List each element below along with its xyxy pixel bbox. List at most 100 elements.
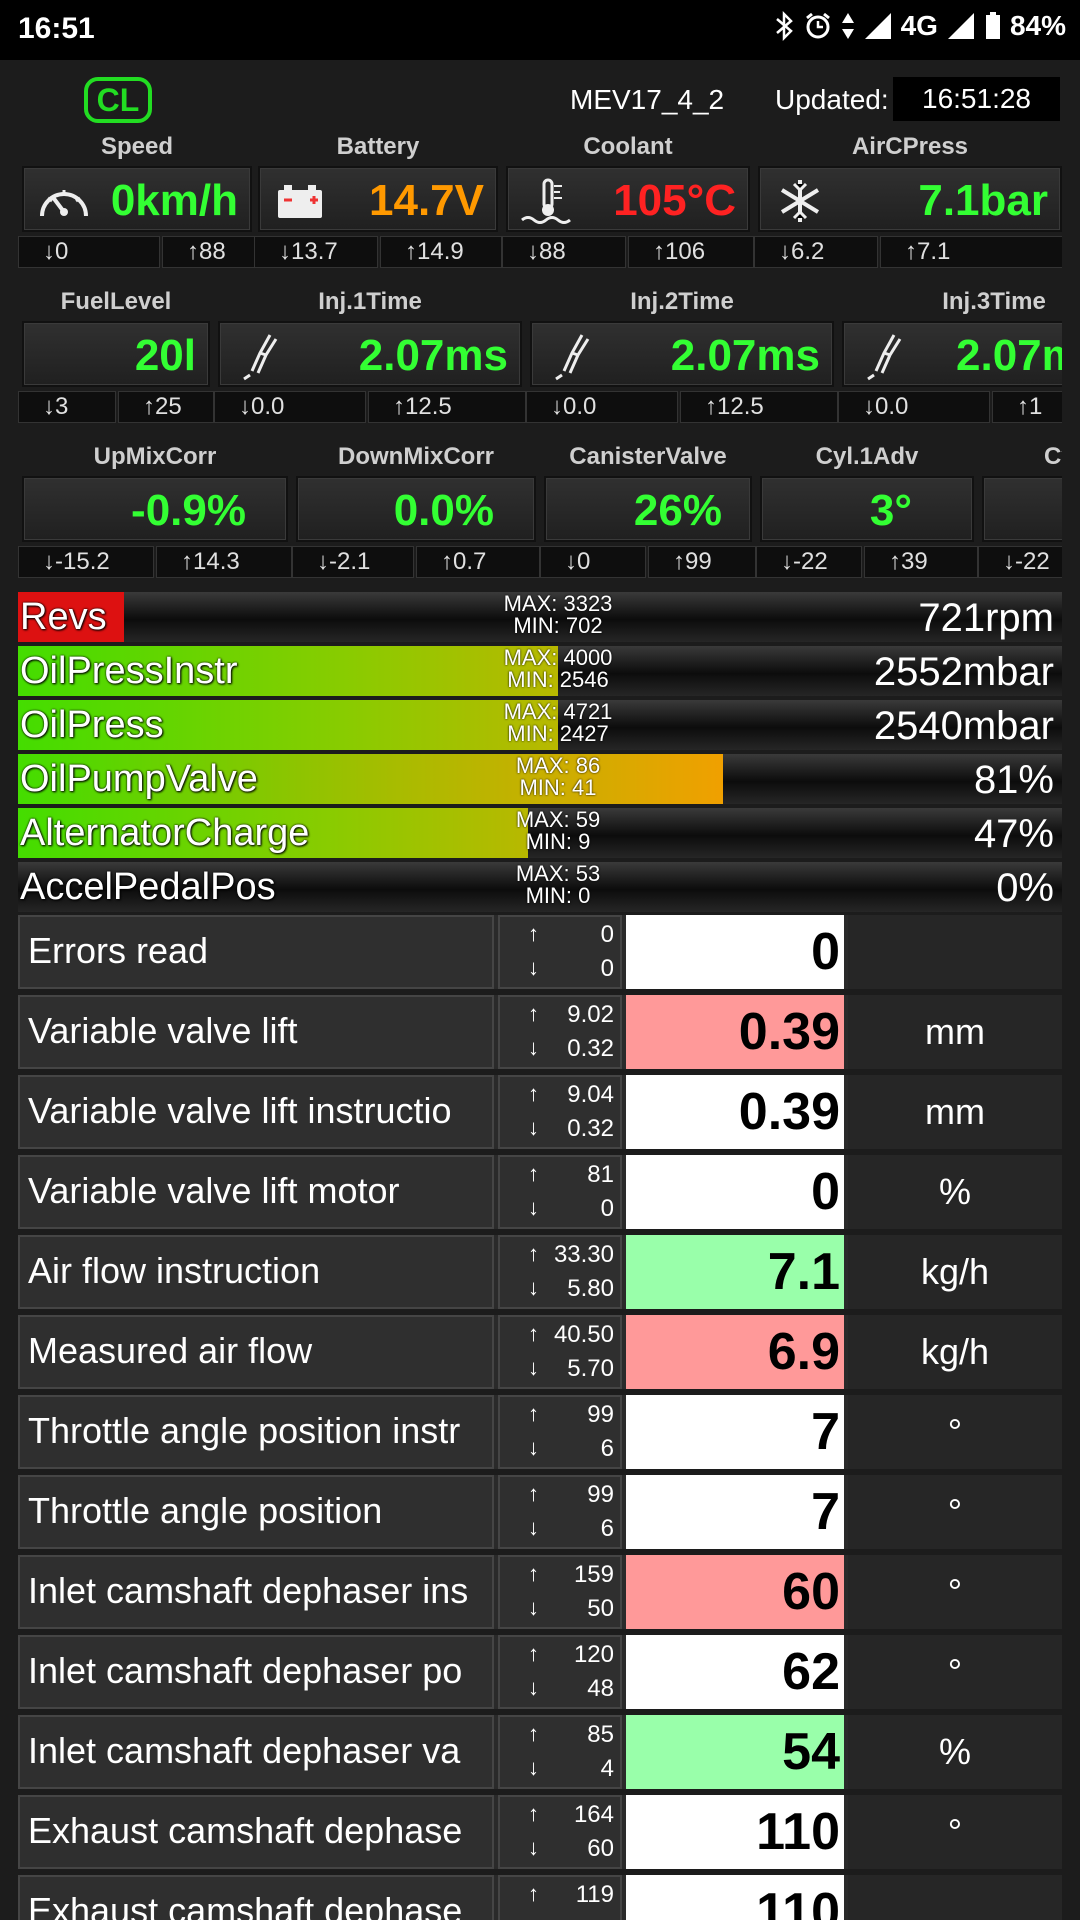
param-name: Variable valve lift motor bbox=[18, 1155, 494, 1229]
param-value: 7 bbox=[626, 1395, 844, 1469]
table-row[interactable]: Exhaust camshaft dephase ↑ 164 ↓ 60 110 ° bbox=[18, 1795, 1062, 1869]
param-minmax: ↑ 159 ↓ 50 bbox=[498, 1555, 622, 1629]
status-bar: 16:51 4G 84% bbox=[0, 0, 1080, 60]
bar-minmax: MAX: 86 MIN: 41 bbox=[515, 754, 601, 800]
gauge-max: ↑39 bbox=[864, 546, 978, 578]
gauge-value: 0.0% bbox=[393, 486, 494, 535]
param-name: Throttle angle position bbox=[18, 1475, 494, 1549]
table-row[interactable]: Variable valve lift ↑ 9.02 ↓ 0.32 0.39 mm bbox=[18, 995, 1062, 1069]
param-unit: ° bbox=[848, 1395, 1062, 1469]
param-unit: % bbox=[848, 1155, 1062, 1229]
table-row[interactable]: Exhaust camshaft dephase ↑119↓ 110 bbox=[18, 1875, 1062, 1920]
alarm-icon bbox=[805, 12, 830, 39]
injector-icon bbox=[243, 334, 278, 381]
gauge-min: ↓0.0 bbox=[214, 391, 366, 423]
bar-value: 81% bbox=[973, 758, 1054, 802]
bar-accelpedalpos[interactable]: AccelPedalPos MAX: 53 MIN: 0 0% bbox=[18, 862, 1062, 912]
gauge-max: ↑12.5 bbox=[680, 391, 838, 423]
gauge-minmax: ↓-22 ↑39 bbox=[756, 546, 978, 578]
gauge-minmax: ↓6.2 ↑7.1 bbox=[754, 236, 1062, 268]
bar-label: Revs bbox=[20, 596, 107, 638]
bar-value: 2552mbar bbox=[873, 650, 1054, 694]
param-value: 6.9 bbox=[626, 1315, 844, 1389]
param-minmax: ↑ 9.02 ↓ 0.32 bbox=[498, 995, 622, 1069]
gauge-minmax: ↓0 ↑99 bbox=[540, 546, 756, 578]
bar-minmax: MAX: 4721 MIN: 2427 bbox=[503, 700, 613, 746]
gauge-upmixcorr[interactable]: UpMixCorr -0.9% ↓-15.2 ↑14.3 bbox=[18, 440, 292, 590]
param-value: 0 bbox=[626, 1155, 844, 1229]
closed-loop-badge[interactable]: CL bbox=[84, 77, 152, 123]
gauge-minmax: ↓88 ↑106 bbox=[502, 236, 754, 268]
table-row[interactable]: Inlet camshaft dephaser po ↑ 120 ↓ 48 62 ° bbox=[18, 1635, 1062, 1709]
bar-oilpumpvalve[interactable]: OilPumpValve MAX: 86 MIN: 41 81% bbox=[18, 754, 1062, 804]
gauge-downmixcorr[interactable]: DownMixCorr 0.0% ↓-2.1 ↑0.7 bbox=[292, 440, 540, 590]
gauge-cyl2adv[interactable]: Cyl ↓-22 bbox=[978, 440, 1062, 590]
gauge-box: 2.07m bbox=[842, 321, 1062, 387]
bar-minmax: MAX: 3323 MIN: 702 bbox=[503, 592, 613, 638]
gauge-value: 2.07m bbox=[956, 331, 1062, 380]
gauge-minmax: ↓0.0 ↑1 bbox=[838, 391, 1062, 423]
gauge-value: -0.9% bbox=[131, 486, 246, 535]
gauge-fuellevel[interactable]: FuelLevel 20l ↓3 ↑25 bbox=[18, 285, 214, 435]
gauge-minmax: ↓-2.1 ↑0.7 bbox=[292, 546, 540, 578]
gauge-max: ↑0.7 bbox=[416, 546, 540, 578]
table-row[interactable]: Inlet camshaft dephaser va ↑ 85 ↓ 4 54 % bbox=[18, 1715, 1062, 1789]
gauge-value: 20l bbox=[134, 331, 196, 380]
gauge-title: Inj.3Time bbox=[942, 288, 1046, 315]
gauge-max: ↑88 bbox=[162, 236, 256, 268]
dashboard: CL MEV17_4_2 Updated: 16:51:28 Speed 0km… bbox=[0, 60, 1080, 1920]
injector-icon bbox=[555, 334, 590, 381]
coolant-temp-icon bbox=[521, 178, 571, 224]
bar-oilpress[interactable]: OilPress MAX: 4721 MIN: 2427 2540mbar bbox=[18, 700, 1062, 750]
bar-label: AccelPedalPos bbox=[20, 866, 276, 908]
gauge-canistervalve[interactable]: CanisterValve 26% ↓0 ↑99 bbox=[540, 440, 756, 590]
table-row[interactable]: Variable valve lift instructio ↑ 9.04 ↓ 0.3… bbox=[18, 1075, 1062, 1149]
table-row[interactable]: Inlet camshaft dephaser ins ↑ 159 ↓ 50 60 ° bbox=[18, 1555, 1062, 1629]
table-row[interactable]: Measured air flow ↑ 40.50 ↓ 5.70 6.9 kg/h bbox=[18, 1315, 1062, 1389]
param-name: Exhaust camshaft dephase bbox=[18, 1795, 494, 1869]
gauge-title: Inj.2Time bbox=[630, 288, 734, 315]
bar-minmax: MAX: 4000 MIN: 2546 bbox=[503, 646, 613, 692]
gauge-minmax: ↓-15.2 ↑14.3 bbox=[18, 546, 292, 578]
gauge-max: ↑99 bbox=[648, 546, 756, 578]
gauge-max: ↑7.1 bbox=[880, 236, 1062, 268]
gauge-row-3: UpMixCorr -0.9% ↓-15.2 ↑14.3 DownMixCorr… bbox=[18, 440, 1062, 592]
gauge-inj3time[interactable]: Inj.3Time 2.07m ↓0.0 ↑1 bbox=[838, 285, 1062, 435]
bar-oilpressinstr[interactable]: OilPressInstr MAX: 4000 MIN: 2546 2552mba… bbox=[18, 646, 1062, 696]
snowflake-icon bbox=[780, 180, 820, 222]
status-icons: 4G 84% bbox=[773, 10, 1066, 42]
gauge-cyl1adv[interactable]: Cyl.1Adv 3° ↓-22 ↑39 bbox=[756, 440, 978, 590]
table-row[interactable]: Variable valve lift motor ↑ 81 ↓ 0 0 % bbox=[18, 1155, 1062, 1229]
bar-alternatorcharge[interactable]: AlternatorCharge MAX: 59 MIN: 9 47% bbox=[18, 808, 1062, 858]
bar-label: OilPumpValve bbox=[20, 758, 258, 800]
table-row[interactable]: Throttle angle position instr ↑ 99 ↓ 6 7 ° bbox=[18, 1395, 1062, 1469]
gauge-min: ↓-22 bbox=[978, 546, 1062, 578]
bar-value: 2540mbar bbox=[873, 704, 1054, 748]
gauge-inj2time[interactable]: Inj.2Time 2.07ms ↓0.0 ↑12.5 bbox=[526, 285, 838, 435]
gauge-max: ↑1 bbox=[992, 391, 1062, 423]
gauge-inj1time[interactable]: Inj.1Time 2.07ms ↓0.0 ↑12.5 bbox=[214, 285, 526, 435]
param-unit: mm bbox=[848, 1075, 1062, 1149]
injector-icon bbox=[867, 334, 902, 381]
gauge-aircpress[interactable]: AirCPress 7.1bar ↓6.2 ↑7.1 bbox=[754, 130, 1062, 280]
table-row[interactable]: Errors read ↑ 0 ↓ 0 0 bbox=[18, 915, 1062, 989]
signal-icon bbox=[864, 13, 891, 39]
network-type: 4G bbox=[900, 10, 938, 41]
param-value: 0 bbox=[626, 915, 844, 989]
gauge-value: 105°C bbox=[613, 176, 736, 225]
gauge-box: 0km/h bbox=[22, 166, 252, 232]
bar-revs[interactable]: Revs MAX: 3323 MIN: 702 721rpm bbox=[18, 592, 1062, 642]
gauge-title: Cyl.1Adv bbox=[815, 443, 919, 470]
gauge-box: 20l bbox=[22, 321, 210, 387]
gauge-speed[interactable]: Speed 0km/h ↓0 ↑88 bbox=[18, 130, 256, 280]
gauge-max: ↑25 bbox=[118, 391, 214, 423]
gauge-battery[interactable]: Battery 14.7V ↓13.7 ↑14.9 bbox=[254, 130, 502, 280]
gauge-box: -0.9% bbox=[22, 476, 288, 542]
table-row[interactable]: Throttle angle position ↑ 99 ↓ 6 7 ° bbox=[18, 1475, 1062, 1549]
param-unit: ° bbox=[848, 1795, 1062, 1869]
table-row[interactable]: Air flow instruction ↑ 33.30 ↓ 5.80 7.1 kg/… bbox=[18, 1235, 1062, 1309]
gauge-minmax: ↓0.0 ↑12.5 bbox=[526, 391, 838, 423]
gauge-coolant[interactable]: Coolant 105°C ↓88 ↑106 bbox=[502, 130, 754, 280]
gauge-max: ↑14.3 bbox=[156, 546, 292, 578]
bar-label: OilPressInstr bbox=[20, 650, 238, 692]
